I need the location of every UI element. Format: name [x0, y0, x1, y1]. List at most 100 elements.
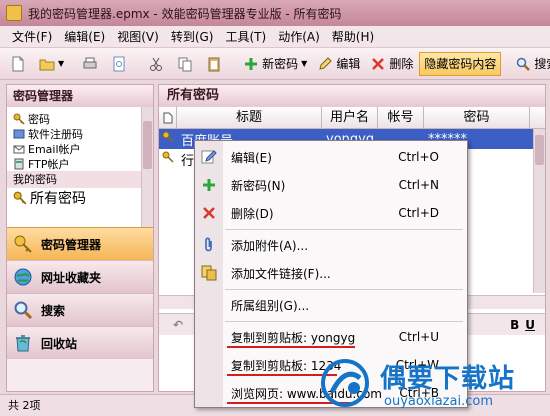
menu-action[interactable]: 动作(A) [278, 28, 320, 45]
context-item-shortcut: Ctrl+D [398, 206, 439, 220]
edit-label: 编辑 [336, 57, 361, 71]
print-button[interactable] [78, 52, 105, 76]
search-icon [14, 301, 33, 320]
tree-item-serial[interactable]: 软件注册码 [13, 126, 153, 141]
tree-item-label: FTP帐户 [28, 157, 70, 171]
ftp-icon [14, 158, 24, 169]
undo-icon[interactable]: ↶ [173, 318, 183, 332]
open-folder-button[interactable]: ▼ [35, 52, 68, 76]
copy-icon [178, 57, 192, 71]
document-icon [163, 112, 172, 124]
hide-password-label: 隐藏密码内容 [424, 57, 497, 71]
tree-item-label: Email帐户 [28, 142, 81, 156]
nav-search[interactable]: 搜索 [7, 293, 153, 326]
scrollbar-thumb[interactable] [535, 135, 544, 165]
context-item-group[interactable]: 所属组别(G)... [195, 293, 467, 317]
grid-scrollbar[interactable] [533, 129, 545, 293]
nav-password-manager[interactable]: 密码管理器 [7, 227, 153, 260]
search-icon [517, 57, 531, 71]
page-preview-icon [113, 56, 125, 71]
left-pane: 密码管理器 密码 软件注册码 Email帐户 FTP帐户 我的密码 所有密码 密… [6, 84, 154, 392]
tree-item-email[interactable]: Email帐户 [13, 141, 153, 156]
category-tree: 密码 软件注册码 Email帐户 FTP帐户 我的密码 所有密码 [7, 107, 153, 227]
nav-label: 密码管理器 [41, 237, 102, 252]
menu-edit[interactable]: 编辑(E) [64, 28, 105, 45]
column-username[interactable]: 用户名 [322, 107, 378, 128]
nav-bookmarks[interactable]: 网址收藏夹 [7, 260, 153, 293]
preview-button[interactable] [107, 52, 134, 76]
menu-tools[interactable]: 工具(T) [225, 28, 266, 45]
underline-icon[interactable]: U [525, 318, 535, 332]
nav-recycle-bin[interactable]: 回收站 [7, 326, 153, 359]
email-icon [13, 145, 25, 153]
context-item-attach[interactable]: 添加附件(A)... [195, 233, 467, 257]
edit-button[interactable]: 编辑 [313, 52, 364, 76]
column-title[interactable]: 标题 [177, 107, 322, 128]
right-pane-header: 所有密码 [159, 85, 545, 107]
scrollbar-thumb[interactable] [143, 121, 152, 169]
tree-scrollbar[interactable] [141, 107, 153, 227]
grid-header: 标题 用户名 帐号 密码 [159, 107, 545, 129]
column-account[interactable]: 帐号 [378, 107, 424, 128]
new-file-button[interactable] [6, 52, 33, 76]
context-item-delete[interactable]: 删除(D) Ctrl+D [195, 201, 467, 225]
tree-item-label: 所有密码 [30, 191, 86, 207]
hide-password-button[interactable]: 隐藏密码内容 [419, 51, 502, 76]
cut-button[interactable] [144, 52, 171, 76]
key-icon [162, 131, 174, 143]
clipboard-icon [208, 57, 220, 71]
bold-icon[interactable]: B [510, 318, 519, 332]
column-password[interactable]: 密码 [424, 107, 530, 128]
paste-button[interactable] [202, 52, 229, 76]
menu-separator [225, 229, 463, 230]
dropdown-arrow-icon: ▼ [58, 59, 65, 68]
context-item-label: 删除(D) [231, 206, 274, 221]
context-item-label: 添加附件(A)... [231, 238, 309, 253]
menu-separator [225, 321, 463, 322]
menu-file[interactable]: 文件(F) [12, 28, 52, 45]
menu-help[interactable]: 帮助(H) [332, 28, 374, 45]
plus-icon [203, 179, 215, 191]
context-item-label: 编辑(E) [231, 150, 272, 165]
copy-button[interactable] [173, 52, 200, 76]
tree-item-password[interactable]: 密码 [13, 111, 153, 126]
toolbar: ▼ 新密码 ▼ 编辑 删除 隐藏密码内容 搜索 ▼ [0, 48, 550, 80]
menu-goto[interactable]: 转到(G) [171, 28, 214, 45]
context-item-shortcut: Ctrl+U [398, 330, 439, 344]
app-key-icon [6, 5, 22, 21]
context-item-new[interactable]: 新密码(N) Ctrl+N [195, 173, 467, 197]
context-item-shortcut: Ctrl+N [398, 178, 439, 192]
tree-item-ftp[interactable]: FTP帐户 [13, 156, 153, 171]
tree-item-all[interactable]: 所有密码 [13, 188, 153, 208]
context-item-edit[interactable]: 编辑(E) Ctrl+O [195, 145, 467, 169]
nav-label: 网址收藏夹 [41, 270, 102, 285]
row-key-icon-cell [159, 151, 177, 167]
paperclip-icon [205, 237, 212, 252]
title-bar: 我的密码管理器.epmx - 效能密码管理器专业版 - 所有密码 [0, 0, 550, 26]
printer-icon [83, 57, 97, 68]
left-pane-header: 密码管理器 [7, 85, 153, 107]
search-button[interactable]: 搜索 [511, 52, 550, 76]
menu-view[interactable]: 视图(V) [117, 28, 159, 45]
context-item-file-link[interactable]: 添加文件链接(F)... [195, 261, 467, 285]
context-item-label: 新密码(N) [231, 178, 286, 193]
recycle-bin-icon [16, 335, 30, 352]
attachment-column-header[interactable] [159, 107, 177, 128]
search-label: 搜索 [534, 57, 550, 71]
status-text: 共 2项 [8, 399, 41, 412]
nav-label: 搜索 [41, 303, 66, 318]
delete-x-icon [372, 57, 385, 70]
tree-group-mine[interactable]: 我的密码 [7, 171, 153, 188]
delete-label: 删除 [389, 57, 414, 71]
file-link-icon [201, 265, 217, 281]
delete-button[interactable]: 删除 [366, 52, 417, 76]
new-password-button[interactable]: 新密码 ▼ [239, 52, 311, 76]
window-title: 我的密码管理器.epmx - 效能密码管理器专业版 - 所有密码 [28, 6, 342, 21]
context-item-label: 添加文件链接(F)... [231, 266, 331, 281]
key-icon [13, 113, 25, 125]
software-box-icon [13, 129, 25, 138]
site-watermark: 偶要下载站 ouyaoxiazai.com [318, 356, 544, 414]
key-icon [13, 191, 27, 205]
key-icon [14, 235, 32, 253]
plus-icon [245, 57, 258, 70]
